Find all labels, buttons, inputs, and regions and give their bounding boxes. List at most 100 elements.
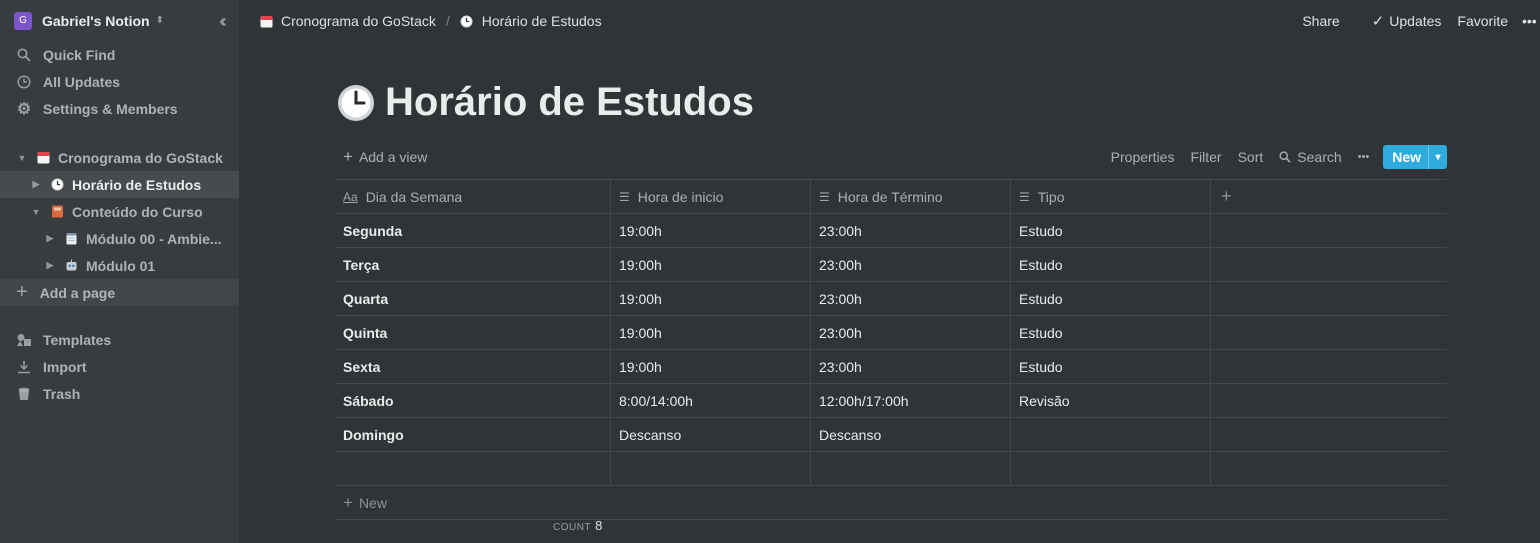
table-cell[interactable] xyxy=(1011,452,1211,485)
expand-toggle-icon[interactable]: ▶ xyxy=(30,179,42,190)
expand-toggle-icon[interactable]: ▼ xyxy=(30,207,42,217)
notepad-icon xyxy=(64,232,78,246)
updates-label: Updates xyxy=(1389,13,1442,29)
page-emoji-clock-icon[interactable] xyxy=(337,84,375,122)
add-view-button[interactable]: + Add a view xyxy=(335,147,427,167)
table-cell[interactable] xyxy=(1011,418,1211,451)
table-cell[interactable]: Terça xyxy=(335,248,611,281)
properties-button[interactable]: Properties xyxy=(1111,149,1175,165)
table-cell[interactable]: 19:00h xyxy=(611,214,811,247)
table-cell[interactable]: Segunda xyxy=(335,214,611,247)
table-cell[interactable]: 23:00h xyxy=(811,282,1011,315)
table-row[interactable]: Quinta 19:00h 23:00h Estudo xyxy=(335,316,1447,350)
sidebar-page-modulo-00[interactable]: ▶ Módulo 00 - Ambie... xyxy=(0,225,239,252)
sort-button[interactable]: Sort xyxy=(1238,149,1264,165)
breadcrumb-separator: / xyxy=(445,13,450,29)
table-cell[interactable]: Revisão xyxy=(1011,384,1211,417)
text-property-icon: ☰ xyxy=(619,189,630,204)
clock-emoji-icon xyxy=(50,178,64,192)
table-row[interactable]: Segunda 19:00h 23:00h Estudo xyxy=(335,214,1447,248)
table-cell[interactable]: 23:00h xyxy=(811,350,1011,383)
filter-button[interactable]: Filter xyxy=(1190,149,1221,165)
column-header-hora-termino[interactable]: ☰ Hora de Término xyxy=(811,180,1011,213)
updates-button[interactable]: ✓ Updates xyxy=(1352,12,1442,30)
table-cell[interactable]: Estudo xyxy=(1011,282,1211,315)
expand-toggle-icon[interactable]: ▼ xyxy=(16,153,28,163)
plus-icon: + xyxy=(1221,186,1232,206)
sidebar-page-horario[interactable]: ▶ Horário de Estudos xyxy=(0,171,239,198)
table-row[interactable]: Sexta 19:00h 23:00h Estudo xyxy=(335,350,1447,384)
breadcrumb-horario[interactable]: Horário de Estudos xyxy=(460,13,602,29)
workspace-switcher[interactable]: G Gabriel's Notion ⬍ xyxy=(0,0,239,41)
table-cell[interactable]: 19:00h xyxy=(611,350,811,383)
table-cell[interactable]: Estudo xyxy=(1011,316,1211,349)
expand-toggle-icon[interactable]: ▶ xyxy=(44,233,56,244)
nav-settings-members[interactable]: ⚙ Settings & Members xyxy=(0,95,239,122)
nav-all-updates[interactable]: All Updates xyxy=(0,68,239,95)
page-title[interactable]: Horário de Estudos xyxy=(385,80,754,125)
clock-emoji-icon xyxy=(460,14,474,28)
expand-toggle-icon[interactable]: ▶ xyxy=(44,260,56,271)
add-page-button[interactable]: + Add a page xyxy=(0,279,239,306)
share-button[interactable]: Share xyxy=(1302,13,1339,29)
table-cell[interactable] xyxy=(335,452,611,485)
sidebar-page-modulo-01[interactable]: ▶ Módulo 01 xyxy=(0,252,239,279)
favorite-button[interactable]: Favorite xyxy=(1457,13,1508,29)
new-row-label: New xyxy=(358,494,387,511)
sidebar-page-conteudo[interactable]: ▼ Conteúdo do Curso xyxy=(0,198,239,225)
table-cell[interactable]: Estudo xyxy=(1011,248,1211,281)
table-cell[interactable] xyxy=(811,452,1011,485)
table-cell[interactable]: 19:00h xyxy=(611,248,811,281)
table-cell[interactable]: Estudo xyxy=(1011,214,1211,247)
table-cell[interactable]: 19:00h xyxy=(611,316,811,349)
topbar: Cronograma do GoStack / Horário de Estud… xyxy=(239,0,1540,42)
table-cell[interactable]: Sexta xyxy=(335,350,611,383)
add-column-button[interactable]: + xyxy=(1211,180,1447,213)
table-cell[interactable]: Descanso xyxy=(811,418,1011,451)
breadcrumb-cronograma[interactable]: Cronograma do GoStack xyxy=(259,13,436,29)
count-aggregation[interactable]: COUNT 8 xyxy=(553,518,602,533)
table-cell[interactable]: Domingo xyxy=(335,418,611,451)
table-cell[interactable]: Quarta xyxy=(335,282,611,315)
new-row-button[interactable]: + New xyxy=(335,486,1447,520)
column-label: Hora de inicio xyxy=(637,188,724,205)
table-cell-empty xyxy=(1211,214,1447,247)
table-row[interactable]: Sábado 8:00/14:00h 12:00h/17:00h Revisão xyxy=(335,384,1447,418)
table-row[interactable] xyxy=(335,452,1447,486)
more-topbar-icon[interactable]: ••• xyxy=(1522,13,1540,29)
nav-templates[interactable]: Templates xyxy=(0,326,239,353)
nav-import[interactable]: Import xyxy=(0,353,239,380)
table-cell[interactable]: Descanso xyxy=(611,418,811,451)
search-button[interactable]: Search xyxy=(1279,149,1342,165)
table-cell[interactable]: Quinta xyxy=(335,316,611,349)
nav-label: All Updates xyxy=(43,73,121,90)
table-cell[interactable]: Sábado xyxy=(335,384,611,417)
chevron-down-icon[interactable]: ▾ xyxy=(1428,145,1447,169)
sidebar-page-cronograma[interactable]: ▼ Cronograma do GoStack xyxy=(0,144,239,171)
table-cell[interactable]: 23:00h xyxy=(811,214,1011,247)
nav-quick-find[interactable]: Quick Find xyxy=(0,41,239,68)
new-record-button[interactable]: New ▾ xyxy=(1383,145,1447,169)
clock-icon xyxy=(16,74,32,90)
table-cell[interactable]: 23:00h xyxy=(811,316,1011,349)
topbar-actions: Share ✓ Updates Favorite ••• xyxy=(1282,0,1540,42)
table-cell[interactable]: 12:00h/17:00h xyxy=(811,384,1011,417)
column-header-hora-inicio[interactable]: ☰ Hora de inicio xyxy=(611,180,811,213)
count-value: 8 xyxy=(595,518,603,533)
table-row[interactable]: Terça 19:00h 23:00h Estudo xyxy=(335,248,1447,282)
add-view-label: Add a view xyxy=(358,149,428,165)
workspace-name: Gabriel's Notion xyxy=(42,12,150,29)
more-options-icon[interactable]: ••• xyxy=(1358,151,1370,163)
table-row[interactable]: Domingo Descanso Descanso xyxy=(335,418,1447,452)
collapse-sidebar-icon[interactable]: ‹‹ xyxy=(219,11,227,32)
column-header-dia[interactable]: Aa Dia da Semana xyxy=(335,180,611,213)
nav-trash[interactable]: Trash xyxy=(0,380,239,407)
table-cell[interactable]: 8:00/14:00h xyxy=(611,384,811,417)
column-header-tipo[interactable]: ☰ Tipo xyxy=(1011,180,1211,213)
table-row[interactable]: Quarta 19:00h 23:00h Estudo xyxy=(335,282,1447,316)
new-label: New xyxy=(1392,149,1421,165)
table-cell[interactable]: Estudo xyxy=(1011,350,1211,383)
table-cell[interactable]: 23:00h xyxy=(811,248,1011,281)
table-cell[interactable]: 19:00h xyxy=(611,282,811,315)
table-cell[interactable] xyxy=(611,452,811,485)
